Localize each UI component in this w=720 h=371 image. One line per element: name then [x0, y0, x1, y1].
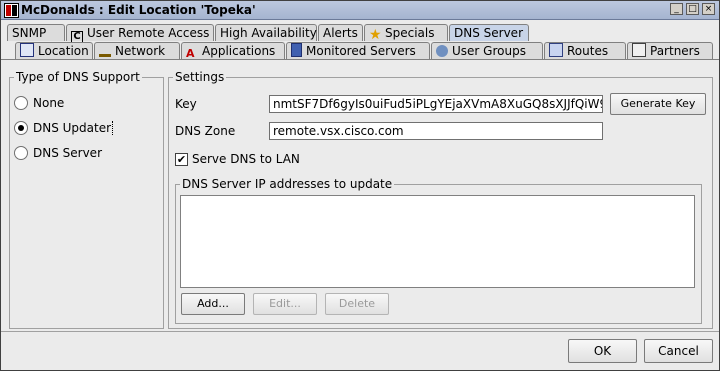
add-button[interactable]: Add...: [181, 293, 245, 315]
tab-label: Routes: [567, 44, 609, 58]
star-icon: ★: [369, 27, 382, 43]
tab-row-1: SNMP C User Remote Access High Availabili…: [1, 24, 719, 44]
tab-label: Specials: [385, 26, 435, 40]
tab-row-2: Location Network A Applications Monitored…: [1, 42, 719, 60]
close-icon[interactable]: ×: [702, 3, 715, 15]
dialog-footer: OK Cancel: [1, 331, 719, 371]
title-bar[interactable]: McDonalds : Edit Location 'Topeka' _ □ ×: [1, 1, 719, 20]
dns-zone-label: DNS Zone: [175, 124, 236, 138]
tab-label: SNMP: [12, 26, 47, 40]
tab-dns-server[interactable]: DNS Server: [449, 24, 529, 41]
tab-monitored-servers[interactable]: Monitored Servers: [286, 42, 430, 59]
maximize-icon[interactable]: □: [686, 3, 699, 15]
serve-dns-checkbox[interactable]: ✔: [175, 153, 188, 166]
window-title: McDonalds : Edit Location 'Topeka': [21, 3, 256, 17]
settings-group: Settings Key nmtSF7Df6gyIs0uiFud5iPLgYEj…: [168, 70, 713, 329]
ok-button[interactable]: OK: [568, 339, 637, 363]
tab-label: DNS Server: [454, 26, 523, 40]
tab-applications[interactable]: A Applications: [181, 42, 285, 60]
ip-list-group: DNS Server IP addresses to update Add...…: [175, 177, 702, 324]
server-icon: [291, 43, 302, 57]
user-groups-icon: [436, 45, 448, 57]
radio-dns-updater-label[interactable]: DNS Updater: [33, 121, 114, 135]
tab-partners[interactable]: Partners: [627, 42, 713, 59]
location-icon: [20, 43, 34, 57]
edit-button[interactable]: Edit...: [253, 293, 317, 315]
dns-server-panel: Type of DNS Support None DNS Updater DNS…: [1, 60, 719, 330]
edit-location-dialog: McDonalds : Edit Location 'Topeka' _ □ ×…: [0, 0, 720, 371]
tab-label: High Availability: [220, 26, 317, 40]
network-icon: [99, 45, 111, 57]
tab-label: Partners: [650, 44, 700, 58]
ip-address-list[interactable]: [180, 195, 695, 288]
key-field[interactable]: nmtSF7Df6gyIs0uiFud5iPLgYEjaXVmA8XuGQ8sX…: [269, 95, 603, 113]
delete-button[interactable]: Delete: [325, 293, 389, 315]
generate-key-button[interactable]: Generate Key: [610, 93, 706, 115]
tab-label: Monitored Servers: [306, 44, 416, 58]
radio-dns-server-label[interactable]: DNS Server: [33, 146, 102, 160]
tab-label: User Remote Access: [87, 26, 210, 40]
tab-specials[interactable]: ★ Specials: [364, 24, 448, 43]
tab-alerts[interactable]: Alerts: [318, 24, 363, 41]
tab-label: Alerts: [323, 26, 358, 40]
radio-dns-server[interactable]: [14, 146, 28, 160]
tab-label: Location: [38, 44, 89, 58]
tab-routes[interactable]: Routes: [544, 42, 626, 59]
tab-high-availability[interactable]: High Availability: [215, 24, 317, 41]
tab-label: User Groups: [452, 44, 526, 58]
tab-snmp[interactable]: SNMP: [7, 24, 65, 41]
ip-list-legend: DNS Server IP addresses to update: [180, 177, 395, 191]
radio-dns-updater[interactable]: [14, 121, 28, 135]
dns-support-legend: Type of DNS Support: [14, 70, 142, 84]
tab-user-groups[interactable]: User Groups: [431, 42, 543, 59]
minimize-icon[interactable]: _: [670, 3, 683, 15]
key-label: Key: [175, 97, 197, 111]
serve-dns-label[interactable]: Serve DNS to LAN: [192, 152, 300, 166]
dns-zone-field[interactable]: remote.vsx.cisco.com: [269, 122, 603, 140]
cancel-button[interactable]: Cancel: [644, 339, 713, 363]
settings-legend: Settings: [173, 70, 227, 84]
routes-icon: [549, 43, 563, 57]
radio-none-label[interactable]: None: [33, 96, 64, 110]
tab-label: Network: [115, 44, 166, 58]
radio-none[interactable]: [14, 96, 28, 110]
partners-icon: [632, 43, 646, 57]
tab-location[interactable]: Location: [15, 42, 93, 59]
app-logo-icon: [4, 3, 19, 18]
tab-user-remote-access[interactable]: C User Remote Access: [66, 24, 214, 44]
tab-label: Applications: [202, 44, 276, 58]
dns-support-group: Type of DNS Support None DNS Updater DNS…: [9, 70, 164, 329]
tab-network[interactable]: Network: [94, 42, 180, 59]
